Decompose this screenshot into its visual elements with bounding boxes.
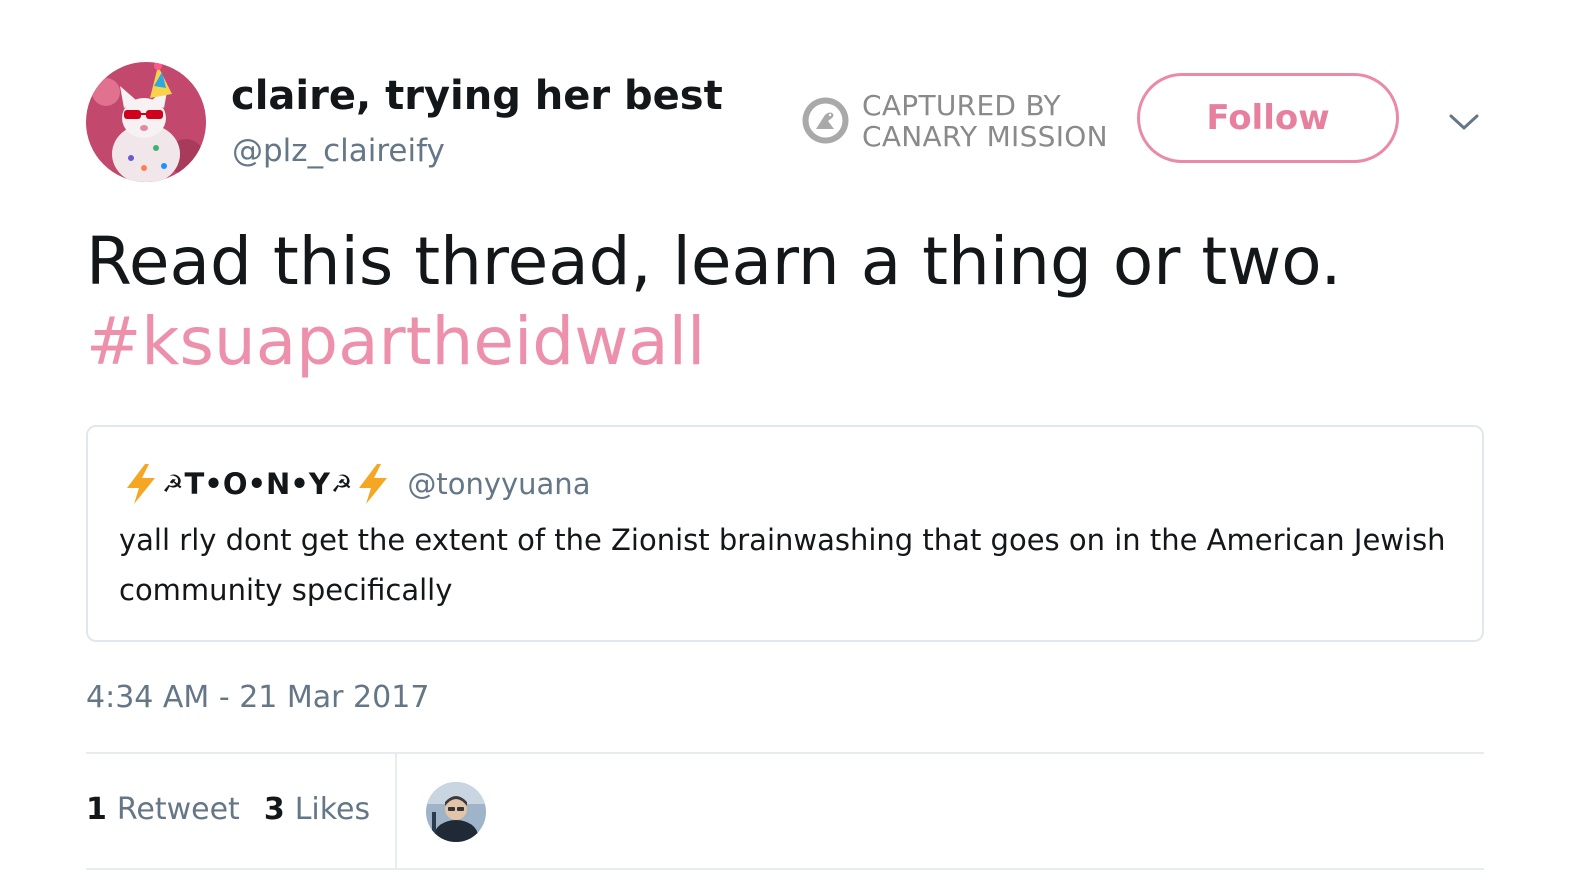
- stats-divider-vertical: [395, 754, 397, 868]
- stats-divider-bottom: [86, 868, 1484, 870]
- hashtag-link[interactable]: #ksuapartheidwall: [86, 302, 705, 382]
- likes-count: 3: [263, 792, 285, 827]
- watermark-line-2: CANARY MISSION: [862, 120, 1108, 153]
- quoted-tweet-author-name[interactable]: T•O•N•Y: [185, 467, 330, 501]
- follow-button[interactable]: Follow: [1137, 73, 1399, 163]
- canary-bird-logo-icon: [802, 97, 849, 144]
- retweet-stat[interactable]: 1 Retweet: [86, 789, 240, 831]
- author-avatar[interactable]: [86, 62, 206, 182]
- hammer-sickle-icon: ☭: [330, 470, 353, 498]
- chevron-down-icon[interactable]: [1446, 106, 1482, 138]
- author-handle[interactable]: @plz_claireify: [232, 130, 445, 172]
- hammer-sickle-icon: ☭: [162, 470, 184, 498]
- retweet-label: Retweet: [116, 792, 240, 827]
- tweet-timestamp[interactable]: 4:34 AM - 21 Mar 2017: [86, 677, 429, 719]
- retweet-count: 1: [86, 792, 107, 827]
- tweet-stats: 1 Retweet 3 Likes: [86, 789, 370, 831]
- likes-stat[interactable]: 3 Likes: [264, 789, 370, 831]
- quoted-tweet-text: yall rly dont get the extent of the Zion…: [119, 523, 1446, 607]
- party-hat-cat-avatar-icon: [86, 62, 206, 182]
- liker-avatar[interactable]: [426, 782, 486, 842]
- tweet-text: Read this thread, learn a thing or two.: [86, 223, 1342, 300]
- liker-avatar-icon: [426, 782, 486, 842]
- quoted-tweet-handle[interactable]: @tonyyuana: [407, 467, 590, 501]
- likes-label: Likes: [294, 792, 371, 827]
- lightning-bolt-icon: [127, 464, 155, 504]
- quoted-tweet-header: ☭ T•O•N•Y ☭ @tonyyuana: [121, 461, 590, 507]
- quoted-tweet-card[interactable]: ☭ T•O•N•Y ☭ @tonyyuana yall rly dont get…: [86, 425, 1484, 642]
- stats-divider-top: [86, 752, 1484, 754]
- author-display-name[interactable]: claire, trying her best: [231, 70, 723, 122]
- lightning-bolt-icon: [359, 464, 388, 504]
- canary-mission-watermark: CAPTURED BY CANARY MISSION: [801, 88, 1121, 154]
- watermark-line-1: CAPTURED BY: [862, 89, 1061, 122]
